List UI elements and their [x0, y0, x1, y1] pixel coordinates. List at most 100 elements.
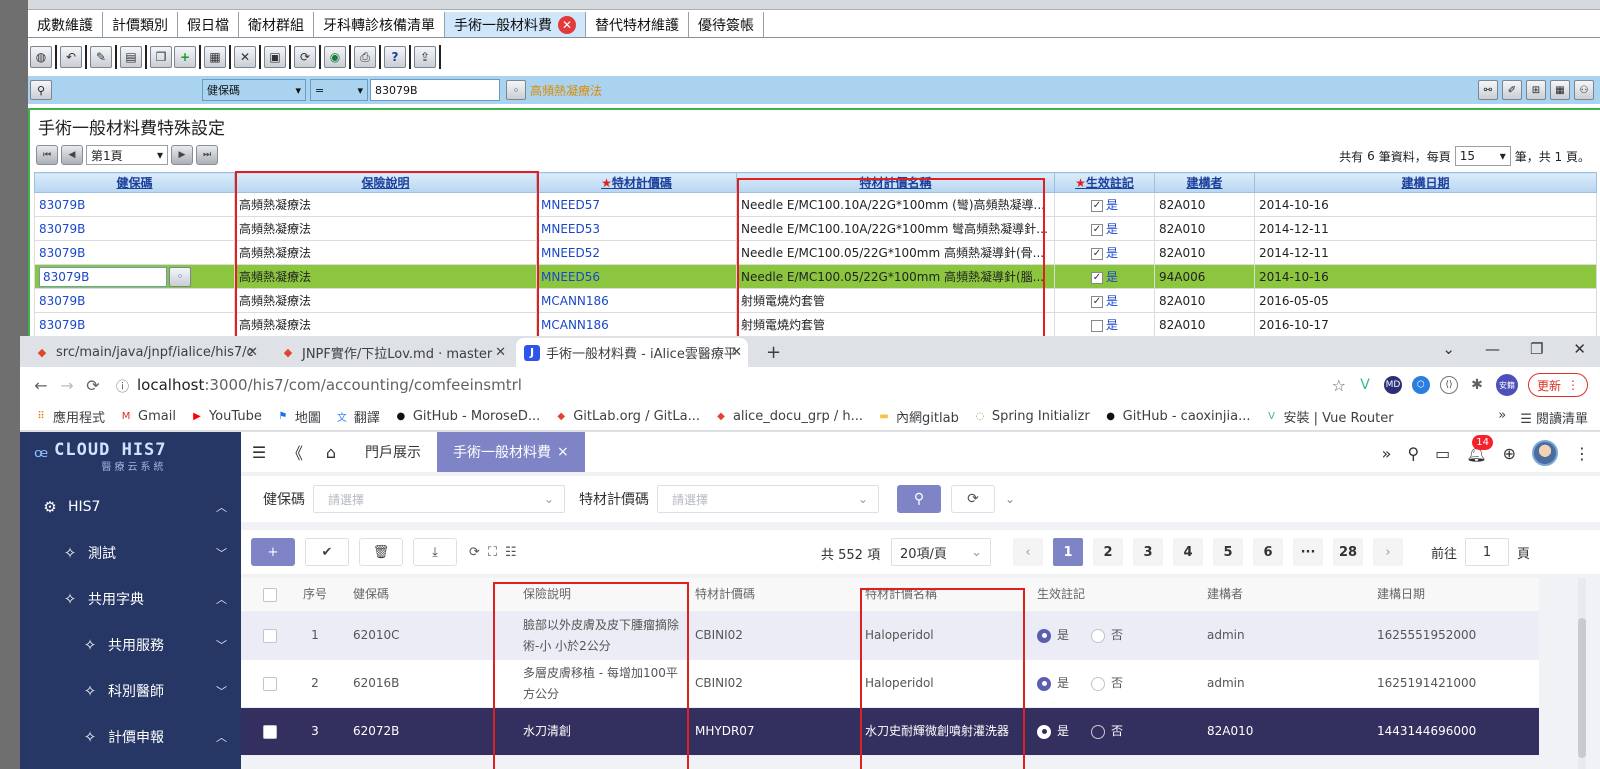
delete-icon[interactable]: ✕ [234, 46, 256, 68]
more-menu-icon[interactable]: ⋮ [1574, 444, 1590, 463]
restore-icon[interactable]: ❐ [1530, 340, 1543, 358]
code-select[interactable]: 請選擇 ⌄ [313, 485, 565, 513]
group-icon[interactable]: ⚇ [1574, 80, 1594, 100]
more-bookmarks-icon[interactable]: » [1498, 408, 1506, 427]
material-code-cell[interactable]: MNEED57 [536, 192, 737, 217]
legacy-grid-row[interactable]: 83079B 高頻熱凝療法 MNEED57 Needle E/MC100.10A/22… [34, 192, 1597, 217]
save-icon[interactable]: ▣ [264, 46, 286, 68]
radio-yes[interactable]: 是 [1037, 721, 1069, 742]
edit-icon[interactable]: ✎ [90, 46, 112, 68]
document-icon[interactable]: ▤ [120, 46, 142, 68]
expand-filter-icon[interactable]: ⌄ [1005, 492, 1015, 506]
code-cell[interactable]: 83079B [34, 192, 235, 217]
bookmark-item[interactable]: ◆ GitLab.org / GitLa... [554, 409, 700, 424]
browser-tab-1[interactable]: ◆ src/main/java/jnpf/ialice/his7/c ✕ [26, 338, 264, 367]
active-checkbox[interactable]: ✓ [1090, 223, 1103, 236]
address-bar[interactable]: ⓘ localhost :3000/his7/com/accounting/co… [116, 376, 522, 395]
sidebar-item[interactable]: ✧ 計價申報 ︿ [20, 714, 241, 760]
column-settings-icon[interactable]: ☷ [505, 545, 517, 560]
app-tab-material-fee[interactable]: 手術一般材料費 × [437, 432, 585, 472]
page-button[interactable]: 2 [1093, 538, 1123, 566]
collapse-left-icon[interactable]: 《 [277, 440, 313, 464]
active-checkbox[interactable]: ✓ [1090, 247, 1103, 260]
page-button[interactable]: ··· [1293, 538, 1323, 566]
column-header[interactable]: 特材計價碼 [695, 578, 755, 611]
column-header[interactable]: 特材計價名稱 [865, 578, 937, 611]
page-button[interactable]: 4 [1173, 538, 1203, 566]
legacy-column-header[interactable]: ★生效註記 [1054, 172, 1155, 193]
download-button[interactable]: ⤓ [413, 538, 457, 566]
bookmark-item[interactable]: 文翻譯 [335, 407, 380, 426]
last-page-icon[interactable]: ⏭ [196, 145, 218, 165]
fullscreen-icon[interactable]: ⛶ [488, 545, 497, 560]
table-row[interactable]: 3 62072B 水刀清創 MHYDR07 水刀史耐輝微創噴射灌洗器是否 82A010 14… [241, 708, 1539, 756]
legacy-column-header[interactable]: 建構者 [1154, 172, 1255, 193]
brush-icon[interactable]: ✐ [1502, 80, 1522, 100]
close-tab-icon[interactable]: ✕ [247, 345, 258, 360]
active-cell[interactable]: 是 [1054, 312, 1155, 337]
search-icon[interactable]: ⚲ [1407, 444, 1419, 463]
page-size-select[interactable]: 20項/頁 ⌄ [891, 538, 991, 566]
bookmark-item[interactable]: ● GitHub - MoroseD... [394, 409, 540, 424]
code-cell[interactable]: 83079B [34, 288, 235, 313]
page-size-select[interactable]: 15 ▾ [1454, 146, 1511, 166]
page-button[interactable]: 5 [1213, 538, 1243, 566]
legacy-tab[interactable]: 優待簽帳 [689, 12, 764, 37]
legacy-grid-row[interactable]: 83079B 高頻熱凝療法 MNEED52 Needle E/MC100.05/22G… [34, 240, 1597, 265]
add-row-icon[interactable]: ⊞ [1526, 80, 1546, 100]
material-code-cell[interactable]: MCANN186 [536, 288, 737, 313]
globe-icon[interactable]: ◉ [324, 46, 346, 68]
legacy-tab[interactable]: 牙科轉診核備清單 [314, 12, 445, 37]
table-row[interactable]: 1 62010C 臉部以外皮膚及皮下腫瘤摘除術-小 小於2公分 CBINI02 Halo… [241, 612, 1539, 660]
active-cell[interactable]: ✓ 是 [1054, 240, 1155, 265]
next-page-button[interactable]: › [1373, 538, 1403, 566]
material-code-select[interactable]: 請選擇 ⌄ [657, 485, 879, 513]
sidebar-item[interactable]: ✧ 測試 ﹀ [20, 530, 241, 576]
query-search-icon[interactable]: ⚲ [30, 80, 52, 100]
export-icon[interactable]: ⇪ [414, 46, 436, 68]
material-code-cell[interactable]: MNEED56 [536, 264, 737, 289]
reading-list-button[interactable]: ☰ 閱讀清單 [1520, 408, 1588, 427]
delete-button[interactable]: 🗑︎ [359, 538, 403, 566]
app-tab-portal[interactable]: 門戶展示 [349, 432, 437, 472]
add-button[interactable]: + [251, 538, 295, 566]
code-editor[interactable]: 83079B ◦ [39, 266, 191, 287]
refresh-icon[interactable]: ⟳ [294, 46, 316, 68]
column-header[interactable]: 序号 [303, 578, 327, 611]
radio-no[interactable]: 否 [1091, 721, 1123, 742]
sidebar-item[interactable]: ✧ 共用字典 ︿ [20, 576, 241, 622]
bookmark-item[interactable]: ⠿ 應用程式 [34, 407, 105, 426]
code-cell[interactable]: 83079B [34, 312, 235, 337]
code-edit-input[interactable]: 83079B [39, 266, 167, 287]
close-window-icon[interactable]: ✕ [1573, 340, 1586, 358]
column-header[interactable]: 生效註記 [1037, 578, 1085, 611]
help-icon[interactable]: ? [384, 46, 406, 68]
lookup-icon[interactable]: ◦ [506, 80, 526, 100]
back-icon[interactable]: ← [28, 376, 54, 395]
refresh-icon[interactable]: ⟳ [469, 545, 480, 560]
legacy-grid-row[interactable]: 83079B 高頻熱凝療法 MCANN186 射頻電燒灼套管 ✓ 是 82A010 2016-… [34, 288, 1597, 313]
active-cell[interactable]: ✓ 是 [1054, 264, 1155, 289]
message-icon[interactable]: ▭ [1435, 444, 1450, 463]
bookmark-item[interactable]: V 安裝 | Vue Router [1264, 407, 1394, 426]
row-checkbox[interactable] [263, 612, 277, 659]
page-button[interactable]: 28 [1333, 538, 1363, 566]
active-radio-group[interactable]: 是否 [1037, 612, 1145, 659]
close-tab-icon[interactable]: ✕ [495, 345, 506, 360]
row-checkbox[interactable] [263, 660, 277, 707]
active-checkbox[interactable]: ✓ [1090, 271, 1103, 284]
active-checkbox[interactable] [1090, 319, 1103, 332]
bookmark-item[interactable]: M Gmail [119, 409, 176, 424]
scrollbar-thumb[interactable] [1578, 618, 1586, 758]
code-extension-icon[interactable]: ⟨⟩ [1439, 376, 1458, 394]
bookmark-item[interactable]: ● GitHub - caoxinjia... [1104, 409, 1250, 424]
home-icon[interactable]: ⌂ [313, 443, 349, 462]
column-header[interactable]: 健保碼 [353, 578, 389, 611]
bookmark-star-icon[interactable]: ☆ [1332, 376, 1346, 395]
forward-icon[interactable]: → [54, 376, 80, 395]
legacy-column-header[interactable]: 健保碼 [34, 172, 235, 193]
column-header[interactable]: 保險說明 [523, 578, 571, 611]
cube-extension-icon[interactable]: ⬡ [1411, 376, 1430, 394]
menu-fold-icon[interactable]: ☰ [241, 443, 277, 462]
legacy-grid-row[interactable]: 83079B 高頻熱凝療法 MCANN186 射頻電燒灼套管 是 82A010 2016-1… [34, 312, 1597, 337]
